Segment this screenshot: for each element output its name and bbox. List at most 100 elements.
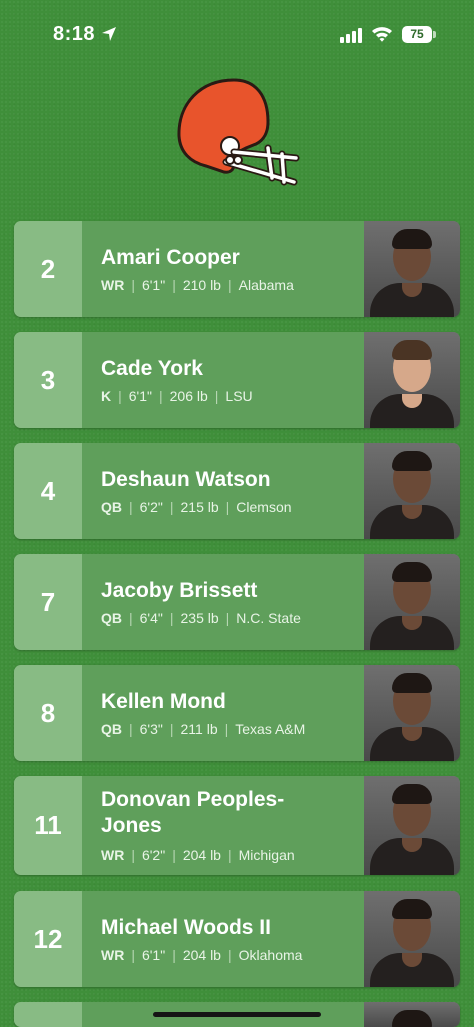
player-name: Cade York — [101, 357, 203, 380]
roster-card[interactable]: 11 Donovan Peoples-Jones WR | 6'2" | 204 lb |… — [14, 776, 460, 875]
player-photo — [364, 665, 460, 761]
player-college: Oklahoma — [238, 947, 303, 963]
roster-card[interactable]: 2 Amari Cooper WR | 6'1" | 210 lb | Alabama — [14, 221, 460, 317]
separator: | — [131, 847, 135, 863]
player-name: Deshaun Watson — [101, 468, 271, 491]
separator: | — [169, 610, 174, 626]
player-info: Michael Woods II WR | 6'1" | 204 lb | Oklahoma — [101, 891, 359, 987]
player-college: Texas A&M — [235, 721, 306, 737]
player-weight: 206 lb — [169, 388, 208, 404]
jersey-number: 12 — [14, 891, 82, 987]
roster-card[interactable]: 12 Michael Woods II WR | 6'1" | 204 lb | Oklah… — [14, 891, 460, 987]
status-bar: 8:18 75 — [0, 0, 474, 70]
player-meta: WR | 6'1" | 204 lb | Oklahoma — [101, 947, 302, 963]
player-name: Donovan Peoples-Jones — [101, 788, 285, 837]
player-height: 6'3" — [139, 721, 163, 737]
player-name: Amari Cooper — [101, 246, 240, 269]
player-info: Donovan Peoples-Jones WR | 6'2" | 204 lb | Mic… — [101, 776, 359, 875]
location-arrow-icon — [102, 27, 116, 41]
player-position: WR — [101, 277, 125, 293]
player-photo — [364, 1002, 460, 1027]
player-photo — [364, 443, 460, 539]
status-time: 8:18 — [53, 23, 96, 45]
jersey-number: 11 — [14, 776, 82, 875]
separator: | — [227, 947, 232, 963]
player-position: QB — [101, 721, 122, 737]
player-position: WR — [101, 947, 125, 963]
roster-card[interactable]: 4 Deshaun Watson QB | 6'2" | 215 lb | Clemson — [14, 443, 460, 539]
player-height: 6'2" — [139, 499, 163, 515]
separator: | — [169, 721, 174, 737]
player-position: WR — [101, 847, 125, 863]
player-meta: WR | 6'2" | 204 lb | Michigan — [101, 847, 295, 863]
separator: | — [224, 721, 229, 737]
player-position: QB — [101, 610, 122, 626]
separator: | — [172, 947, 176, 963]
player-weight: 211 lb — [180, 721, 218, 737]
separator: | — [158, 388, 163, 404]
player-height: 6'1" — [141, 277, 166, 293]
player-weight: 204 lb — [182, 847, 221, 863]
separator: | — [214, 388, 219, 404]
player-position: QB — [101, 499, 122, 515]
player-position: K — [101, 388, 112, 404]
separator: | — [172, 277, 176, 293]
player-meta: WR | 6'1" | 210 lb | Alabama — [101, 277, 294, 293]
separator: | — [169, 499, 174, 515]
separator: | — [225, 610, 230, 626]
jersey-number: 2 — [14, 221, 82, 317]
football-helmet-icon — [177, 78, 300, 186]
separator: | — [225, 499, 230, 515]
jersey-number: 4 — [14, 443, 82, 539]
player-meta: QB | 6'3" | 211 lb | Texas A&M — [101, 721, 305, 737]
cellular-signal-icon — [340, 28, 362, 43]
player-name: Kellen Mond — [101, 690, 226, 713]
wifi-icon — [372, 27, 392, 42]
separator: | — [129, 610, 133, 626]
player-weight: 215 lb — [180, 499, 219, 515]
player-info: Amari Cooper WR | 6'1" | 210 lb | Alabama — [101, 221, 359, 317]
player-info: Jacoby Brissett QB | 6'4" | 235 lb | N.C. Stat… — [101, 554, 359, 650]
player-info: Cade York K | 6'1" | 206 lb | LSU — [101, 332, 359, 428]
roster-card[interactable]: 7 Jacoby Brissett QB | 6'4" | 235 lb | N.C. St… — [14, 554, 460, 650]
roster-card[interactable]: 8 Kellen Mond QB | 6'3" | 211 lb | Texas A&M — [14, 665, 460, 761]
player-info: Deshaun Watson QB | 6'2" | 215 lb | Clemson — [101, 443, 359, 539]
jersey-number-panel — [14, 1002, 82, 1027]
home-indicator[interactable] — [153, 1012, 321, 1017]
separator: | — [118, 388, 122, 404]
player-college: Michigan — [238, 847, 295, 863]
separator: | — [172, 847, 176, 863]
player-weight: 204 lb — [182, 947, 221, 963]
player-college: N.C. State — [236, 610, 301, 626]
player-info: Kellen Mond QB | 6'3" | 211 lb | Texas A&M — [101, 665, 359, 761]
jersey-number: 3 — [14, 332, 82, 428]
jersey-number: 8 — [14, 665, 82, 761]
player-college: Alabama — [238, 277, 294, 293]
battery-icon: 75 — [402, 26, 432, 43]
player-height: 6'2" — [141, 847, 166, 863]
player-photo — [364, 332, 460, 428]
jersey-number: 7 — [14, 554, 82, 650]
separator: | — [129, 721, 133, 737]
player-photo — [364, 221, 460, 317]
separator: | — [227, 277, 232, 293]
player-name: Jacoby Brissett — [101, 579, 258, 602]
player-photo — [364, 554, 460, 650]
separator: | — [131, 277, 135, 293]
battery-tip — [433, 31, 436, 38]
player-weight: 235 lb — [180, 610, 219, 626]
player-meta: K | 6'1" | 206 lb | LSU — [101, 388, 253, 404]
separator: | — [227, 847, 232, 863]
player-weight: 210 lb — [182, 277, 221, 293]
separator: | — [129, 499, 133, 515]
player-height: 6'4" — [139, 610, 163, 626]
player-meta: QB | 6'2" | 215 lb | Clemson — [101, 499, 292, 515]
player-photo — [364, 891, 460, 987]
player-name: Michael Woods II — [101, 916, 271, 939]
player-college: LSU — [225, 388, 253, 404]
player-college: Clemson — [236, 499, 292, 515]
player-height: 6'1" — [141, 947, 166, 963]
roster-card[interactable]: 3 Cade York K | 6'1" | 206 lb | LSU — [14, 332, 460, 428]
player-meta: QB | 6'4" | 235 lb | N.C. State — [101, 610, 301, 626]
player-photo — [364, 776, 460, 875]
